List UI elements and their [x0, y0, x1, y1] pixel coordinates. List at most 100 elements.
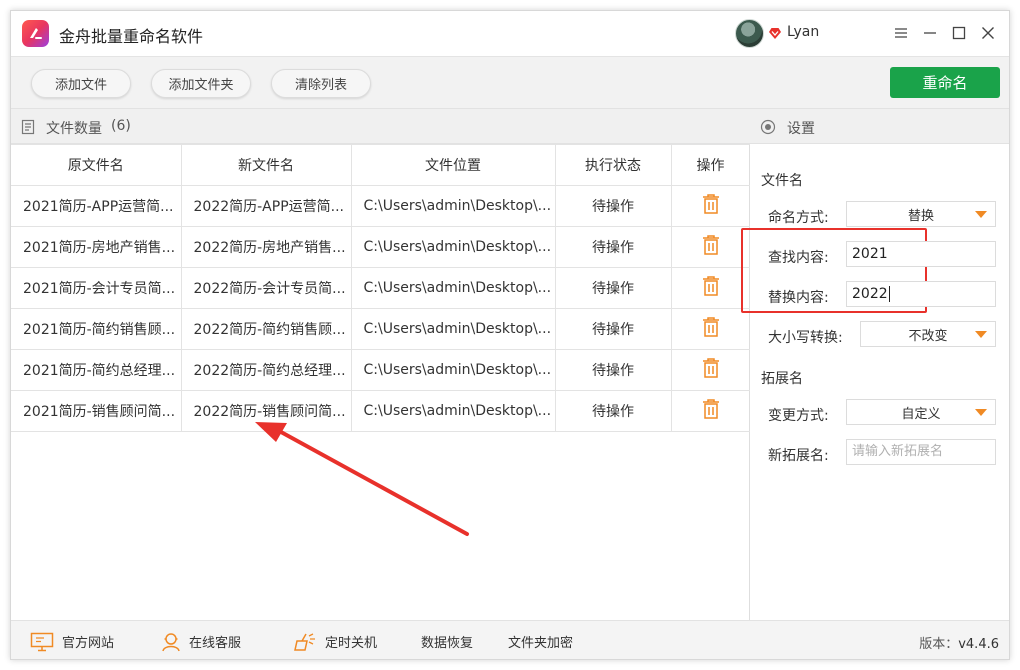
table-row[interactable]: 2021简历-房地产销售... 2022简历-房地产销售... C:\Users…: [11, 226, 751, 268]
naming-mode-label: 命名方式:: [768, 210, 829, 226]
original-filename: 2021简历-房地产销售...: [11, 226, 182, 268]
minimize-icon[interactable]: [918, 21, 942, 45]
new-ext-input[interactable]: 请输入新拓展名: [846, 439, 996, 465]
status-text: 待操作: [554, 267, 672, 309]
status-text: 待操作: [554, 308, 672, 350]
app-title: 金舟批量重命名软件: [59, 27, 204, 46]
delete-icon[interactable]: [670, 185, 751, 227]
recovery-label: 数据恢复: [421, 636, 474, 651]
website-link[interactable]: 官方网站: [30, 621, 115, 659]
add-file-button[interactable]: 添加文件: [31, 69, 131, 98]
rename-button[interactable]: 重命名: [890, 67, 1000, 98]
table-row[interactable]: 2021简历-简约总经理... 2022简历-简约总经理... C:\Users…: [11, 349, 751, 391]
original-filename: 2021简历-会计专员简...: [11, 267, 182, 309]
broom-icon: [294, 632, 315, 651]
file-location: C:\Users\admin\Desktop\...: [350, 226, 556, 268]
table-row[interactable]: 2021简历-简约销售顾... 2022简历-简约销售顾... C:\Users…: [11, 308, 751, 350]
file-count-label: 文件数量: [46, 121, 102, 137]
encrypt-label: 文件夹加密: [508, 636, 574, 651]
support-label: 在线客服: [189, 636, 242, 651]
column-header-location[interactable]: 文件位置: [350, 144, 556, 186]
column-header-new-name[interactable]: 新文件名: [180, 144, 352, 186]
new-ext-label: 新拓展名:: [768, 448, 829, 464]
file-location: C:\Users\admin\Desktop\...: [350, 349, 556, 391]
clear-list-button[interactable]: 清除列表: [271, 69, 371, 98]
file-location: C:\Users\admin\Desktop\...: [350, 185, 556, 227]
status-text: 待操作: [554, 390, 672, 432]
website-label: 官方网站: [62, 636, 115, 651]
case-select[interactable]: 不改变: [860, 321, 996, 347]
new-filename: 2022简历-APP运营简...: [180, 185, 352, 227]
naming-mode-value: 替换: [907, 208, 934, 224]
delete-icon[interactable]: [670, 349, 751, 391]
original-filename: 2021简历-简约销售顾...: [11, 308, 182, 350]
new-filename: 2022简历-简约销售顾...: [180, 308, 352, 350]
file-location: C:\Users\admin\Desktop\...: [350, 308, 556, 350]
status-text: 待操作: [554, 349, 672, 391]
find-input[interactable]: 2021: [846, 241, 996, 267]
ext-mode-select[interactable]: 自定义: [846, 399, 996, 425]
file-list-panel: 文件数量 (6) 原文件名 新文件名 文件位置 执行状态 操作 2021简历-A…: [11, 108, 751, 620]
encrypt-link[interactable]: 文件夹加密: [508, 621, 574, 659]
file-table: 原文件名 新文件名 文件位置 执行状态 操作 2021简历-APP运营简... …: [11, 144, 751, 432]
new-filename: 2022简历-会计专员简...: [180, 267, 352, 309]
app-window: 金舟批量重命名软件 Lyan 添加文件 添加文件夹 清除列表 重命名 文件数量 …: [10, 10, 1010, 660]
column-header-action: 操作: [670, 144, 751, 186]
table-row[interactable]: 2021简历-APP运营简... 2022简历-APP运营简... C:\Use…: [11, 185, 751, 227]
file-list-header: 文件数量 (6): [11, 108, 750, 144]
settings-title: 设置: [787, 121, 815, 137]
status-text: 待操作: [554, 185, 672, 227]
case-label: 大小写转换:: [768, 330, 843, 346]
close-icon[interactable]: [976, 21, 1000, 45]
file-list-icon: [20, 119, 36, 139]
new-filename: 2022简历-简约总经理...: [180, 349, 352, 391]
original-filename: 2021简历-销售顾问简...: [11, 390, 182, 432]
customer-service-icon: [162, 632, 180, 651]
replace-value: 2022: [852, 286, 888, 302]
settings-header: 设置: [750, 108, 1009, 144]
delete-icon[interactable]: [670, 267, 751, 309]
title-bar: 金舟批量重命名软件 Lyan: [11, 11, 1009, 56]
naming-mode-select[interactable]: 替换: [846, 201, 996, 227]
table-header-row: 原文件名 新文件名 文件位置 执行状态 操作: [11, 144, 751, 186]
new-filename: 2022简历-销售顾问简...: [180, 390, 352, 432]
chevron-down-icon: [975, 211, 987, 218]
replace-input[interactable]: 2022: [846, 281, 996, 307]
vip-crown-icon: [768, 26, 782, 44]
delete-icon[interactable]: [670, 308, 751, 350]
settings-radio-icon: [760, 119, 776, 139]
case-value: 不改变: [908, 328, 948, 344]
column-header-original[interactable]: 原文件名: [11, 144, 182, 186]
add-folder-button[interactable]: 添加文件夹: [151, 69, 251, 98]
extension-section-title: 拓展名: [761, 371, 803, 387]
version-info: 版本：v4.4.6: [919, 633, 999, 652]
new-filename: 2022简历-房地产销售...: [180, 226, 352, 268]
recovery-link[interactable]: 数据恢复: [421, 621, 474, 659]
column-header-status[interactable]: 执行状态: [554, 144, 672, 186]
toolbar: 添加文件 添加文件夹 清除列表 重命名: [11, 56, 1009, 108]
menu-icon[interactable]: [889, 21, 913, 45]
original-filename: 2021简历-简约总经理...: [11, 349, 182, 391]
find-label: 查找内容:: [768, 250, 829, 266]
username[interactable]: Lyan: [787, 24, 819, 40]
delete-icon[interactable]: [670, 226, 751, 268]
footer-bar: 官方网站 在线客服 定时关机 数据恢复 文件夹加密 版本：v4.4.6: [11, 620, 1009, 659]
filename-section-title: 文件名: [761, 173, 803, 189]
delete-icon[interactable]: [670, 390, 751, 432]
text-caret: [888, 286, 890, 302]
app-logo-icon: [22, 20, 49, 47]
version-label: 版本：: [919, 637, 959, 652]
file-location: C:\Users\admin\Desktop\...: [350, 390, 556, 432]
settings-panel: 设置 文件名 命名方式: 替换 查找内容: 2021 替换内容: 2022 大小…: [741, 108, 1009, 620]
ext-mode-value: 自定义: [901, 406, 941, 422]
replace-label: 替换内容:: [768, 290, 829, 306]
shutdown-link[interactable]: 定时关机: [293, 621, 378, 659]
shutdown-label: 定时关机: [325, 636, 378, 651]
maximize-icon[interactable]: [947, 21, 971, 45]
status-text: 待操作: [554, 226, 672, 268]
user-avatar[interactable]: [735, 19, 764, 48]
table-row[interactable]: 2021简历-销售顾问简... 2022简历-销售顾问简... C:\Users…: [11, 390, 751, 432]
chevron-down-icon: [975, 409, 987, 416]
table-row[interactable]: 2021简历-会计专员简... 2022简历-会计专员简... C:\Users…: [11, 267, 751, 309]
support-link[interactable]: 在线客服: [161, 621, 242, 659]
